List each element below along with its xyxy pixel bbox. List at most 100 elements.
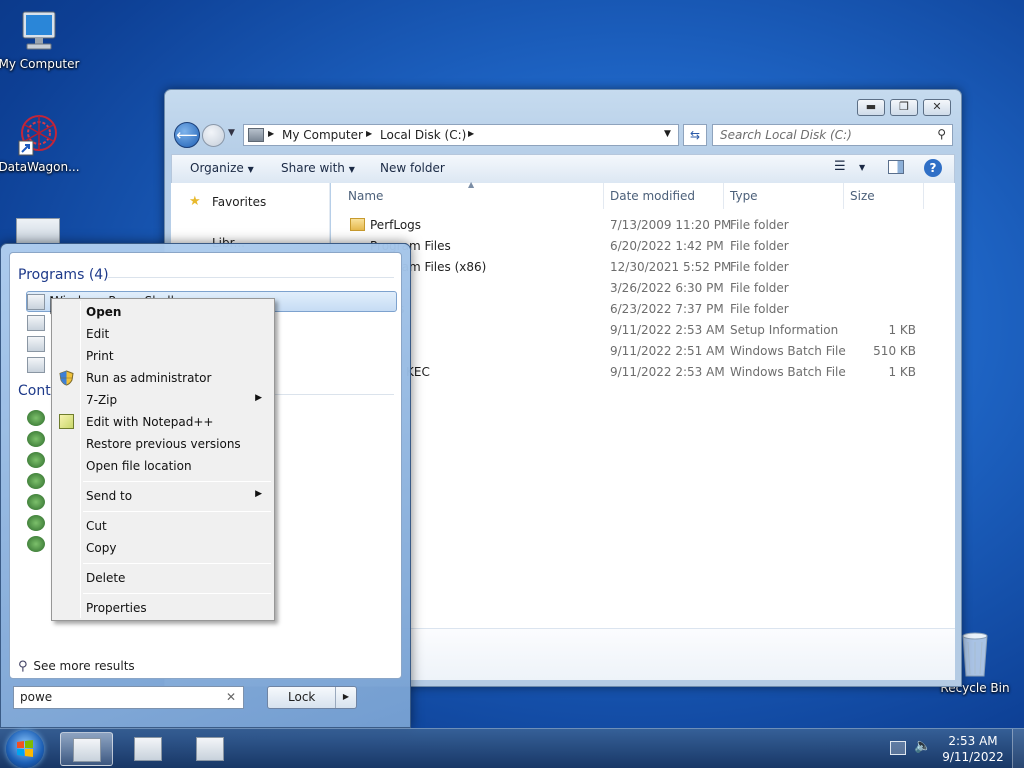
menu-item-label: Copy xyxy=(86,541,117,555)
menu-item-cut[interactable]: Cut xyxy=(54,515,272,537)
new-folder-button[interactable]: New folder xyxy=(380,161,445,175)
table-row[interactable]: 9/11/2022 2:51 AM Windows Batch File 510… xyxy=(331,341,955,362)
search-box[interactable]: Search Local Disk (C:) ⚲ xyxy=(712,124,953,146)
breadcrumb-local-disk[interactable]: Local Disk (C:) xyxy=(380,128,466,142)
column-header-name[interactable]: Name ▲ xyxy=(342,180,604,209)
address-dropdown-icon[interactable]: ▼ xyxy=(664,129,671,139)
control-panel-icon[interactable] xyxy=(27,536,45,552)
network-icon[interactable] xyxy=(890,741,906,755)
control-panel-icon[interactable] xyxy=(27,473,45,489)
menu-item-run-as-administrator[interactable]: Run as administrator xyxy=(54,367,272,389)
table-row[interactable]: ys 6/23/2022 7:37 PM File folder xyxy=(331,299,955,320)
sort-ascending-icon: ▲ xyxy=(468,180,475,189)
desktop-icon-datawagon[interactable]: DataWagon... xyxy=(0,113,81,174)
share-with-button[interactable]: Share with ▼ xyxy=(281,161,355,175)
column-header-date[interactable]: Date modified xyxy=(604,183,724,209)
taskbar: 🔈 2:53 AM 9/11/2022 xyxy=(0,728,1024,768)
gear-doc-icon xyxy=(16,218,60,244)
control-panel-icon[interactable] xyxy=(27,410,45,426)
help-icon[interactable]: ? xyxy=(924,159,942,177)
control-panel-icon[interactable] xyxy=(27,515,45,531)
nav-favorites[interactable]: Favorites xyxy=(212,195,266,209)
desktop-icon-my-computer[interactable]: My Computer xyxy=(0,8,81,71)
volume-icon[interactable]: 🔈 xyxy=(914,738,931,754)
cell-size: 1 KB xyxy=(888,323,916,337)
cell-type: Windows Batch File xyxy=(730,365,846,379)
recent-pages-dropdown[interactable]: ▼ xyxy=(228,128,235,138)
cell-type: File folder xyxy=(730,281,789,295)
control-panel-icon[interactable] xyxy=(27,431,45,447)
cell-date: 9/11/2022 2:53 AM xyxy=(610,323,725,337)
menu-item-edit-with-notepadpp[interactable]: Edit with Notepad++ xyxy=(54,411,272,433)
cell-date: 6/20/2022 1:42 PM xyxy=(610,239,724,253)
breadcrumb-my-computer[interactable]: My Computer xyxy=(282,128,363,142)
view-dropdown-icon[interactable]: ▼ xyxy=(859,163,865,172)
menu-item-print[interactable]: Print xyxy=(54,345,272,367)
desktop-icon-partial[interactable] xyxy=(16,218,60,244)
control-panel-icon[interactable] xyxy=(27,494,45,510)
lock-options-arrow[interactable]: ▶ xyxy=(335,687,356,708)
start-button[interactable] xyxy=(6,730,44,768)
menu-item-open-file-location[interactable]: Open file location xyxy=(54,455,272,477)
menu-item-delete[interactable]: Delete xyxy=(54,567,272,589)
close-button[interactable]: ✕ xyxy=(923,99,951,116)
windows-logo-icon xyxy=(17,740,33,757)
cell-date: 9/11/2022 2:53 AM xyxy=(610,365,725,379)
back-button[interactable]: ⟵ xyxy=(174,122,200,148)
uac-shield-icon xyxy=(59,370,74,389)
app-icon xyxy=(73,738,101,762)
start-search-input[interactable]: powe ✕ xyxy=(13,686,244,709)
cell-date: 3/26/2022 6:30 PM xyxy=(610,281,724,295)
table-row[interactable]: PerfLogs 7/13/2009 11:20 PM File folder xyxy=(331,215,955,236)
table-row[interactable]: 3/26/2022 6:30 PM File folder xyxy=(331,278,955,299)
search-icon: ⚲ xyxy=(937,127,946,141)
cell-type: File folder xyxy=(730,302,789,316)
program-icon[interactable] xyxy=(27,315,45,331)
menu-item-label: Edit xyxy=(86,327,110,341)
taskbar-button-app[interactable] xyxy=(184,732,237,766)
breadcrumb-sep-icon: ▶ xyxy=(268,129,275,138)
menu-item-edit[interactable]: Edit xyxy=(54,323,272,345)
see-more-results-link[interactable]: ⚲ See more results xyxy=(18,659,135,674)
header-divider xyxy=(108,277,394,278)
view-options-icon[interactable]: ☰ xyxy=(834,159,846,174)
taskbar-button-powershell[interactable] xyxy=(60,732,113,766)
menu-item-label: Properties xyxy=(86,601,147,615)
program-icon[interactable] xyxy=(27,336,45,352)
table-row[interactable]: KEC 9/11/2022 2:53 AM Windows Batch File… xyxy=(331,362,955,383)
lock-button[interactable]: Lock ▶ xyxy=(267,686,357,709)
restore-button[interactable]: ❐ xyxy=(890,99,918,116)
menu-separator xyxy=(83,481,271,482)
forward-button[interactable] xyxy=(202,124,225,147)
refresh-button[interactable]: ⇆ xyxy=(683,124,707,146)
control-panel-icon[interactable] xyxy=(27,452,45,468)
table-row[interactable]: 9/11/2022 2:53 AM Setup Information 1 KB xyxy=(331,320,955,341)
clear-search-icon[interactable]: ✕ xyxy=(226,690,236,704)
programs-header[interactable]: Programs (4) xyxy=(18,267,109,283)
table-row[interactable]: Program Files 6/20/2022 1:42 PM File fol… xyxy=(331,236,955,257)
address-bar[interactable]: ▶ My Computer ▶ Local Disk (C:) ▶ ▼ xyxy=(243,124,679,146)
clock[interactable]: 2:53 AM 9/11/2022 xyxy=(940,733,1006,765)
menu-item-send-to[interactable]: Send to ▶ xyxy=(54,485,272,507)
menu-item-restore-previous-versions[interactable]: Restore previous versions xyxy=(54,433,272,455)
show-desktop-button[interactable] xyxy=(1012,729,1024,768)
menu-item-copy[interactable]: Copy xyxy=(54,537,272,559)
menu-item-open[interactable]: Open xyxy=(54,301,272,323)
menu-separator xyxy=(83,593,271,594)
column-header-type[interactable]: Type xyxy=(724,183,844,209)
minimize-button[interactable]: ▬ xyxy=(857,99,885,116)
cell-type: Setup Information xyxy=(730,323,839,337)
preview-pane-icon[interactable] xyxy=(888,160,904,174)
taskbar-button-app[interactable] xyxy=(122,732,175,766)
organize-button[interactable]: Organize ▼ xyxy=(190,161,254,175)
table-row[interactable]: Program Files (x86) 12/30/2021 5:52 PM F… xyxy=(331,257,955,278)
column-header-size[interactable]: Size xyxy=(844,183,924,209)
submenu-arrow-icon: ▶ xyxy=(255,489,262,499)
cell-type: File folder xyxy=(730,218,789,232)
refresh-icon: ⇆ xyxy=(689,128,701,142)
lock-label: Lock xyxy=(288,690,316,704)
program-icon[interactable] xyxy=(27,357,45,373)
menu-item-7zip[interactable]: 7-Zip ▶ xyxy=(54,389,272,411)
favorites-star-icon: ★ xyxy=(189,194,201,209)
menu-item-properties[interactable]: Properties xyxy=(54,597,272,619)
